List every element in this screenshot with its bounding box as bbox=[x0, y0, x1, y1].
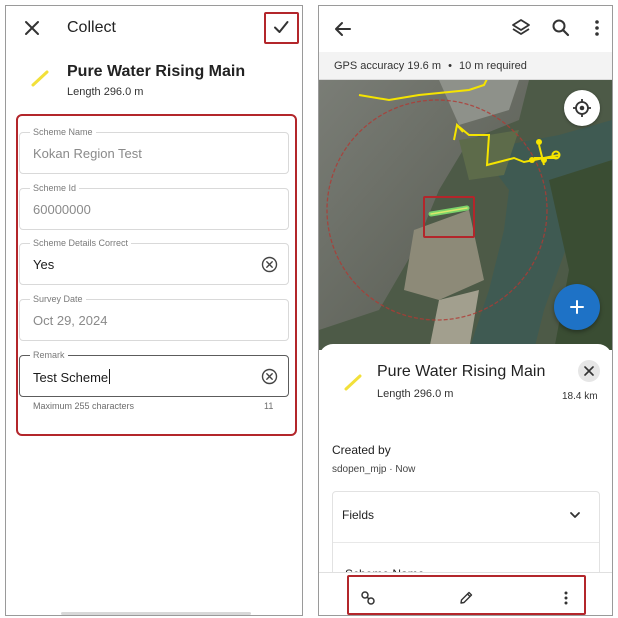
created-by-label: Created by bbox=[332, 443, 391, 457]
text-cursor bbox=[109, 369, 111, 384]
fields-card: Fields Scheme Name bbox=[332, 491, 600, 581]
map-screen: GPS accuracy 19.6 m • 10 m required Pure… bbox=[318, 5, 613, 616]
locate-icon bbox=[572, 98, 592, 118]
vertex-point bbox=[529, 157, 535, 163]
distance-label: 18.4 km bbox=[562, 391, 598, 402]
field-value: Yes bbox=[33, 257, 55, 272]
clear-icon[interactable] bbox=[261, 256, 278, 273]
gps-accuracy-bar: GPS accuracy 19.6 m • 10 m required bbox=[319, 52, 612, 80]
remark-field[interactable]: Remark Test Scheme bbox=[19, 350, 289, 397]
close-icon[interactable] bbox=[23, 19, 41, 37]
field-value: Oct 29, 2024 bbox=[33, 313, 108, 328]
sheet-action-bar bbox=[319, 572, 612, 615]
feature-length: Length 296.0 m bbox=[67, 86, 144, 98]
field-label: Scheme Id bbox=[30, 183, 80, 193]
sheet-feature-length: Length 296.0 m bbox=[377, 388, 454, 400]
field-label: Scheme Details Correct bbox=[30, 238, 132, 248]
link-icon[interactable] bbox=[360, 590, 376, 606]
scheme-name-field[interactable]: Scheme Name Kokan Region Test bbox=[19, 127, 289, 174]
line-feature-icon bbox=[344, 373, 362, 391]
scheme-details-correct-field[interactable]: Scheme Details Correct Yes bbox=[19, 238, 289, 285]
survey-date-field[interactable]: Survey Date Oct 29, 2024 bbox=[19, 294, 289, 341]
plus-icon bbox=[569, 299, 585, 315]
add-button[interactable] bbox=[554, 284, 600, 330]
field-value: Kokan Region Test bbox=[33, 146, 142, 161]
gps-separator: • bbox=[448, 60, 452, 72]
line-feature-icon bbox=[30, 68, 50, 88]
check-icon[interactable] bbox=[272, 18, 290, 36]
field-value: 60000000 bbox=[33, 202, 91, 217]
gps-required: 10 m required bbox=[458, 60, 527, 72]
locate-button[interactable] bbox=[564, 90, 600, 126]
more-vert-icon[interactable] bbox=[587, 18, 607, 38]
sheet-feature-name: Pure Water Rising Main bbox=[377, 363, 546, 380]
remark-input-value[interactable]: Test Scheme bbox=[33, 369, 111, 385]
gps-accuracy: GPS accuracy 19.6 m bbox=[334, 60, 441, 72]
field-label: Scheme Name bbox=[30, 127, 96, 137]
remark-helper-text: Maximum 255 characters bbox=[33, 401, 135, 411]
close-sheet-button[interactable] bbox=[578, 360, 600, 382]
feature-name: Pure Water Rising Main bbox=[67, 63, 246, 80]
vertex-point bbox=[536, 139, 542, 145]
scroll-indicator bbox=[61, 612, 251, 615]
field-label: Remark bbox=[30, 350, 68, 360]
collect-screen: Collect Pure Water Rising Main Length 29… bbox=[5, 5, 303, 616]
scheme-id-field[interactable]: Scheme Id 60000000 bbox=[19, 183, 289, 230]
remark-char-count: 11 bbox=[264, 401, 274, 411]
page-title: Collect bbox=[67, 19, 116, 36]
more-vert-icon[interactable] bbox=[558, 590, 574, 606]
feature-sheet: Pure Water Rising Main Length 296.0 m 18… bbox=[319, 344, 612, 581]
close-icon bbox=[584, 366, 594, 376]
back-arrow-icon[interactable] bbox=[333, 19, 353, 39]
created-by-value: sdopen_mjp · Now bbox=[332, 464, 416, 475]
divider bbox=[333, 542, 599, 543]
app-bar bbox=[319, 6, 612, 52]
clear-icon[interactable] bbox=[261, 368, 278, 385]
search-icon[interactable] bbox=[551, 18, 571, 38]
fields-header[interactable]: Fields bbox=[342, 508, 374, 522]
chevron-down-icon[interactable] bbox=[568, 508, 582, 522]
vertex-point bbox=[541, 157, 547, 163]
layers-icon[interactable] bbox=[511, 18, 531, 38]
remark-text: Test Scheme bbox=[33, 370, 109, 385]
field-label: Survey Date bbox=[30, 294, 86, 304]
edit-pencil-icon[interactable] bbox=[458, 590, 474, 606]
